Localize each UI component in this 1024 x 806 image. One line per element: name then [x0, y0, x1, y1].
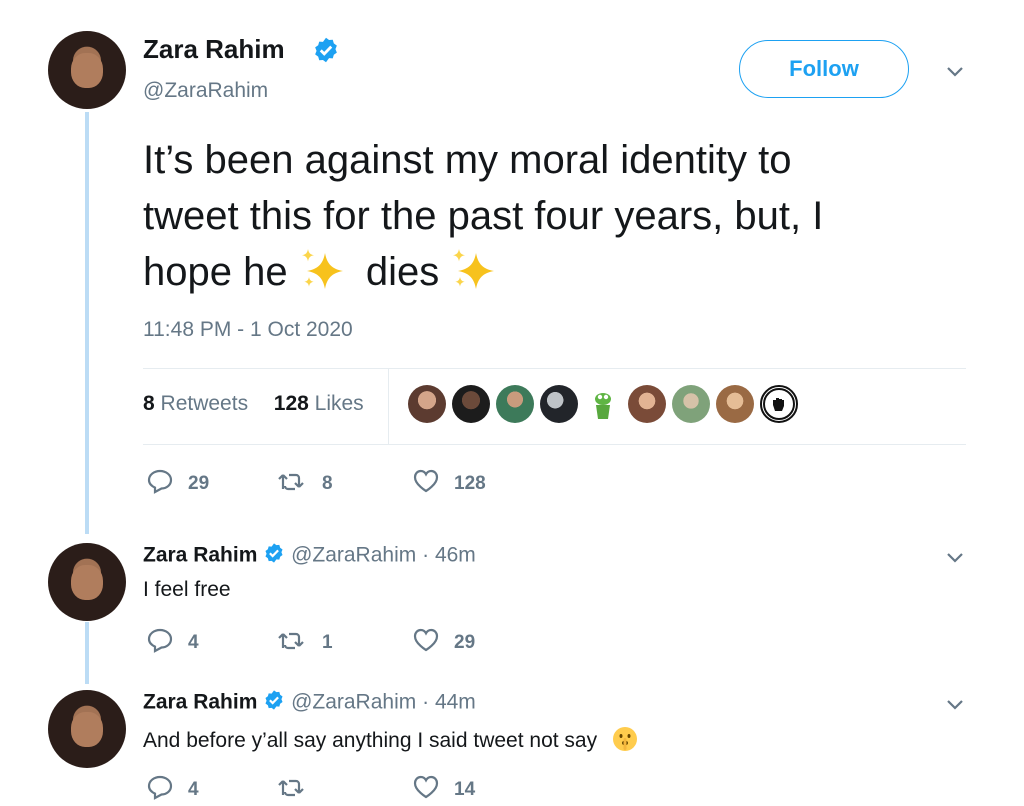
tweet-text-line: tweet this for the past four years, but,… — [143, 194, 824, 238]
reply-actions: 4 14 — [146, 774, 475, 806]
like-count: 128 — [454, 473, 486, 494]
avatar[interactable] — [48, 31, 126, 109]
chevron-down-icon[interactable] — [944, 546, 966, 568]
follow-button[interactable]: Follow — [739, 40, 909, 98]
reply-button[interactable]: 29 — [146, 468, 276, 500]
author-handle[interactable]: @ZaraRahim — [143, 79, 268, 103]
retweet-button[interactable]: 1 — [276, 628, 412, 658]
tweet-text-segment: hope he — [143, 250, 288, 294]
reply-icon — [146, 774, 174, 806]
retweet-icon — [276, 628, 308, 658]
like-button[interactable]: 128 — [412, 468, 486, 500]
author-name[interactable]: Zara Rahim — [143, 691, 257, 714]
author-handle[interactable]: @ZaraRahim — [291, 691, 416, 714]
reply-text: And before y’all say anything I said twe… — [143, 725, 639, 759]
tweet-text: It’s been against my moral identity to t… — [143, 132, 943, 300]
avatar[interactable] — [540, 385, 578, 423]
retweet-icon — [276, 775, 308, 805]
tweet-text-segment: dies — [365, 250, 440, 294]
likes-stat[interactable]: 128 Likes — [274, 392, 364, 415]
like-button[interactable]: 29 — [412, 627, 475, 659]
thread-line — [85, 112, 89, 534]
reply-button[interactable]: 4 — [146, 774, 276, 806]
reply-icon — [146, 627, 174, 659]
heart-icon — [412, 627, 440, 659]
verified-badge-icon — [263, 689, 285, 717]
separator: · — [422, 690, 430, 714]
tweet-text-line: It’s been against my moral identity to — [143, 138, 792, 182]
sparkles-icon — [299, 249, 355, 291]
like-count: 14 — [454, 779, 476, 800]
tweet-timestamp[interactable]: 11:48 PM - 1 Oct 2020 — [143, 318, 353, 342]
author-name[interactable]: Zara Rahim — [143, 544, 257, 567]
avatar[interactable] — [408, 385, 446, 423]
likers-avatars — [408, 385, 798, 423]
heart-icon — [412, 774, 440, 806]
reply-time[interactable]: 46m — [435, 544, 476, 567]
tweet-text-line: hope he dies — [143, 244, 943, 300]
reply-text-content: And before y’all say anything I said twe… — [143, 729, 598, 752]
reply-count: 29 — [188, 473, 210, 494]
verified-badge-icon — [312, 36, 340, 69]
avatar[interactable] — [496, 385, 534, 423]
sparkles-icon — [450, 249, 506, 291]
author-handle[interactable]: @ZaraRahim — [291, 544, 416, 567]
engagement-stats: 8 Retweets 128 Likes — [143, 392, 364, 416]
separator: · — [422, 543, 430, 567]
reply-count: 4 — [188, 779, 199, 800]
reply-icon — [146, 468, 174, 500]
retweets-count: 8 — [143, 392, 155, 415]
divider — [143, 368, 966, 369]
likes-label: Likes — [314, 392, 364, 415]
avatar[interactable] — [672, 385, 710, 423]
retweet-count: 1 — [322, 632, 333, 653]
reply-header: Zara Rahim @ZaraRahim · 44m — [143, 689, 476, 717]
author-name[interactable]: Zara Rahim — [143, 34, 285, 65]
divider — [388, 368, 389, 444]
heart-icon — [412, 468, 440, 500]
retweet-count: 8 — [322, 473, 333, 494]
reply-count: 4 — [188, 632, 199, 653]
avatar[interactable] — [48, 543, 126, 621]
chevron-down-icon[interactable] — [944, 60, 966, 82]
retweet-button[interactable]: 8 — [276, 469, 412, 499]
avatar[interactable] — [452, 385, 490, 423]
avatar[interactable] — [584, 385, 622, 423]
retweets-stat[interactable]: 8 Retweets — [143, 392, 248, 415]
avatar[interactable] — [628, 385, 666, 423]
avatar[interactable] — [716, 385, 754, 423]
reply-time[interactable]: 44m — [435, 691, 476, 714]
shushing-face-icon — [611, 725, 639, 759]
chevron-down-icon[interactable] — [944, 693, 966, 715]
reply-button[interactable]: 4 — [146, 627, 276, 659]
reply-actions: 4 1 29 — [146, 627, 475, 659]
likes-count: 128 — [273, 392, 309, 415]
avatar[interactable] — [48, 690, 126, 768]
retweets-label: Retweets — [160, 392, 249, 415]
thread-line — [85, 622, 89, 684]
reply-header: Zara Rahim @ZaraRahim · 46m — [143, 542, 476, 570]
tweet-actions: 29 8 128 — [146, 468, 486, 500]
retweet-icon — [276, 469, 308, 499]
retweet-button[interactable] — [276, 775, 412, 805]
like-count: 29 — [454, 632, 476, 653]
reply-text: I feel free — [143, 578, 231, 601]
divider — [143, 444, 966, 445]
avatar[interactable] — [760, 385, 798, 423]
like-button[interactable]: 14 — [412, 774, 475, 806]
verified-badge-icon — [263, 542, 285, 570]
